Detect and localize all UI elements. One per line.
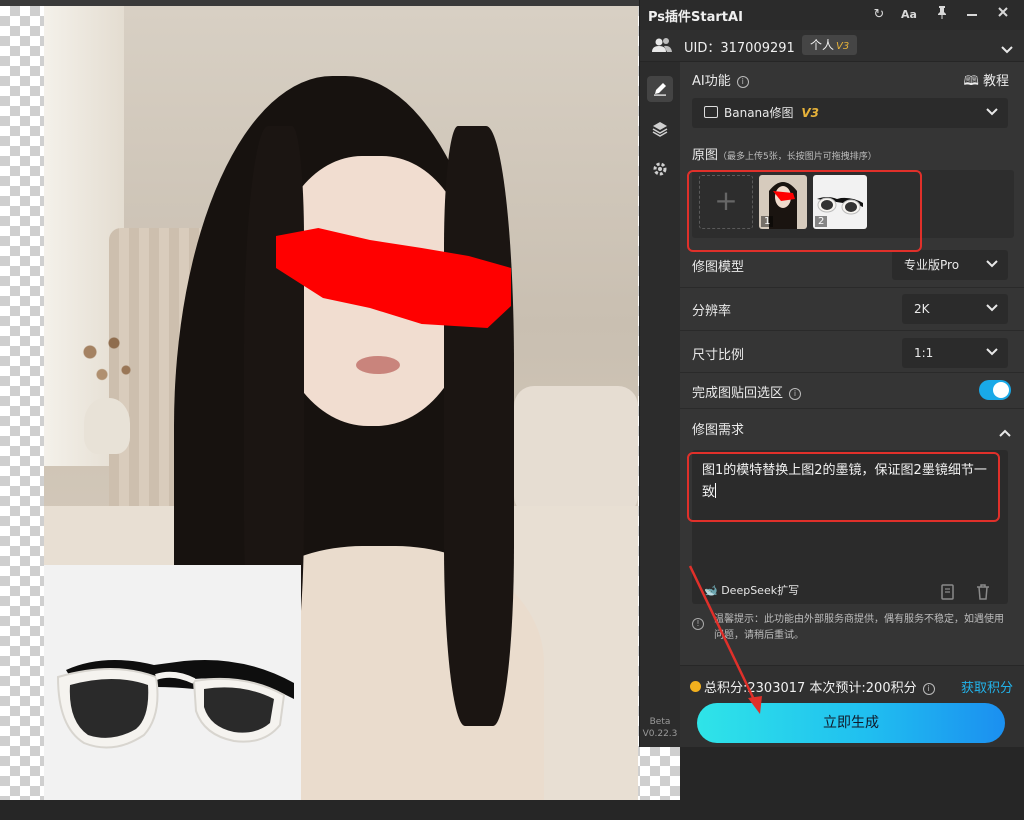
photo-lips [356, 356, 400, 374]
refresh-icon[interactable]: ↻ [868, 5, 890, 25]
source-images-hint: （最多上传5张，长按图片可拖拽排序） [718, 152, 877, 162]
divider [680, 287, 1024, 288]
photo-pillow [514, 386, 638, 516]
panel-content: AI功能 i 🕮 教程 Banana修图 V3 原图（最多上传5张，长按图片可拖拽… [680, 62, 1024, 747]
book-icon: 🕮 [963, 74, 979, 89]
ai-function-version: V3 [801, 106, 819, 120]
tutorial-link[interactable]: 🕮 教程 [964, 70, 1009, 94]
sunglasses-illustration [56, 659, 294, 749]
divider [680, 408, 1024, 409]
plan-label: 个人 [810, 38, 835, 52]
panel-title: Ps插件StartAI [648, 10, 743, 25]
aspect-ratio-value: 1:1 [914, 346, 934, 360]
ai-function-label: AI功能 i [692, 70, 749, 89]
credits-text: 总积分:2303017 本次预计:200积分 [704, 681, 917, 696]
trash-icon[interactable] [974, 584, 992, 602]
aspect-ratio-label: 尺寸比例 [692, 348, 745, 363]
close-icon[interactable] [992, 5, 1014, 25]
source-images-label: 原图（最多上传5张，长按图片可拖拽排序） [692, 144, 877, 163]
chevron-down-icon [986, 338, 998, 368]
source-images-title: 原图 [692, 148, 719, 163]
screenshot-root: Ps插件StartAI ↻ Aa UID：317009291 个人 V3 Bet… [0, 0, 1024, 820]
chevron-down-icon [986, 294, 998, 324]
paste-back-label: 完成图贴回选区 i [692, 382, 802, 401]
user-uid: UID：317009291 [684, 41, 795, 56]
paste-back-toggle[interactable] [979, 380, 1011, 400]
ai-function-label-text: AI功能 [692, 74, 731, 89]
divider [680, 372, 1024, 373]
service-tip: ! 温馨提示：此功能由外部服务商提供，偶有服务不稳定，如遇使用问题，请稍后重试。 [692, 612, 1010, 644]
settings-icon[interactable] [647, 156, 673, 182]
user-bar[interactable]: UID：317009291 个人 V3 [640, 30, 1024, 62]
tutorial-label: 教程 [982, 74, 1009, 89]
font-size-icon[interactable]: Aa [898, 5, 920, 25]
model-value: 专业版Pro [904, 258, 960, 272]
tool-sidebar: Beta V0.22.3 [640, 62, 680, 747]
version-label: Beta V0.22.3 [642, 716, 678, 740]
coin-icon [690, 681, 701, 692]
ai-function-select[interactable]: Banana修图 V3 [692, 98, 1008, 128]
prompt-history-icon[interactable] [939, 584, 957, 602]
aspect-ratio-select[interactable]: 1:1 [902, 338, 1008, 368]
info-icon[interactable]: i [922, 683, 935, 695]
deepseek-label: DeepSeek扩写 [721, 584, 800, 597]
edit-icon[interactable] [647, 76, 673, 102]
prompt-label: 修图需求 [692, 423, 745, 438]
minimize-icon[interactable] [961, 5, 983, 25]
photo-dried-flowers [66, 316, 146, 406]
get-credits-link[interactable]: 获取积分 [961, 677, 1013, 696]
annotation-box-prompt [687, 452, 1000, 522]
panel-footer: 总积分:2303017 本次预计:200积分 i 获取积分 立即生成 [680, 665, 1024, 747]
photo-vase [84, 398, 130, 454]
version-number: V0.22.3 [642, 729, 678, 739]
paste-back-label-text: 完成图贴回选区 [692, 386, 784, 401]
chevron-down-icon[interactable] [1001, 39, 1013, 58]
plan-badge: 个人 V3 [802, 35, 858, 55]
info-icon[interactable]: i [736, 76, 749, 88]
photo-hair-front-right [444, 126, 514, 726]
resolution-label: 分辨率 [692, 304, 732, 319]
pin-icon[interactable] [931, 5, 953, 25]
startai-plugin-panel: Ps插件StartAI ↻ Aa UID：317009291 个人 V3 Bet… [639, 0, 1024, 747]
annotation-box-images [687, 170, 922, 252]
image-icon [704, 106, 718, 118]
model-label: 修图模型 [692, 260, 745, 275]
panel-titlebar: Ps插件StartAI ↻ Aa [640, 0, 1024, 30]
resolution-value: 2K [914, 302, 930, 316]
deepseek-whale-icon: 🐋 [704, 584, 718, 597]
toggle-knob [993, 382, 1009, 398]
model-select[interactable]: 专业版Pro [892, 250, 1008, 280]
info-icon[interactable]: i [789, 388, 802, 400]
deepseek-expand-button[interactable]: 🐋 DeepSeek扩写 [704, 582, 799, 598]
service-tip-text: 温馨提示：此功能由外部服务商提供，偶有服务不稳定，如遇使用问题，请稍后重试。 [714, 614, 1004, 641]
chevron-down-icon [986, 250, 998, 280]
chevron-up-icon[interactable] [999, 422, 1011, 441]
users-icon [652, 37, 672, 57]
reference-sunglasses-image [44, 565, 301, 800]
version-beta: Beta [649, 717, 671, 727]
plan-version: V3 [836, 41, 850, 52]
credits-summary: 总积分:2303017 本次预计:200积分 i [704, 677, 935, 696]
layers-icon[interactable] [647, 116, 673, 142]
chevron-down-icon [986, 98, 998, 128]
resolution-select[interactable]: 2K [902, 294, 1008, 324]
divider [680, 330, 1024, 331]
generate-button[interactable]: 立即生成 [697, 703, 1005, 743]
ai-function-value: Banana修图 [724, 106, 794, 120]
info-icon: ! [692, 618, 704, 630]
